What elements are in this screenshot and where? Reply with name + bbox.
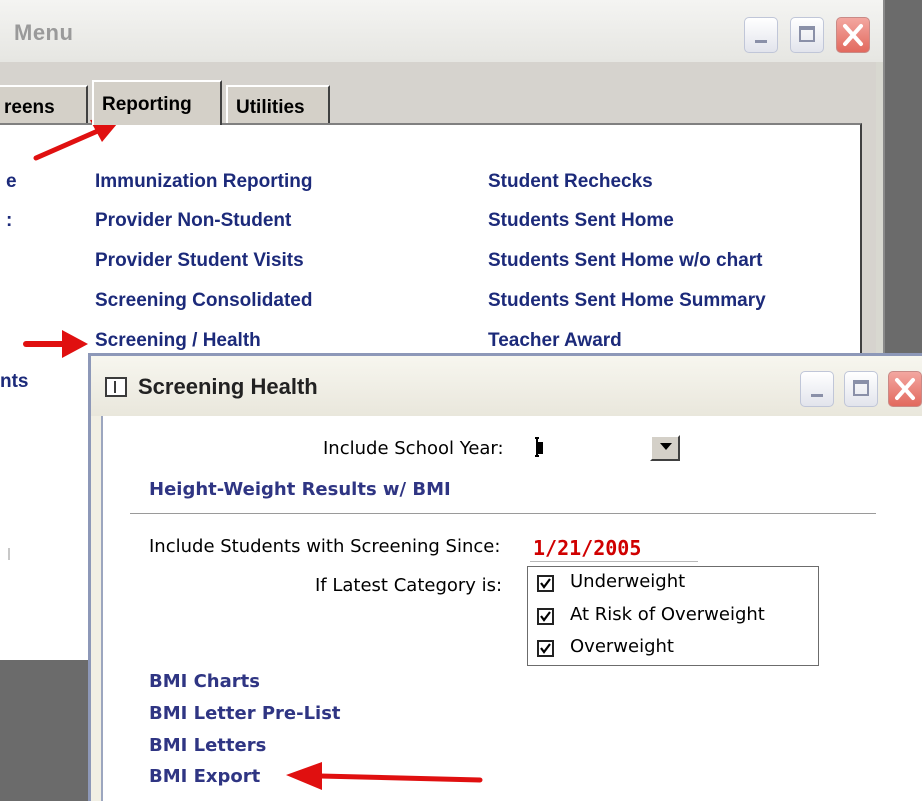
- left-menu-fragment[interactable]: e: [6, 171, 17, 193]
- link-students-sent-home[interactable]: Students Sent Home: [488, 210, 674, 232]
- checkmark-icon: [540, 643, 551, 654]
- tab-utilities[interactable]: Utilities: [226, 85, 330, 123]
- overweight-checkbox[interactable]: [537, 640, 554, 657]
- latest-category-label: If Latest Category is:: [315, 575, 503, 596]
- link-student-rechecks[interactable]: Student Rechecks: [488, 171, 653, 193]
- school-year-label: Include School Year:: [323, 438, 504, 459]
- dialog-title: Screening Health: [138, 374, 318, 399]
- at-risk-checkbox[interactable]: [537, 608, 554, 625]
- underweight-checkbox[interactable]: [537, 575, 554, 592]
- link-screening-consolidated[interactable]: Screening Consolidated: [95, 290, 312, 312]
- date-field-underline: [530, 561, 698, 562]
- dialog-maximize-button[interactable]: [844, 371, 878, 407]
- dialog-close-button[interactable]: [888, 371, 922, 407]
- dialog-minimize-button[interactable]: [800, 371, 834, 407]
- minimize-icon: [811, 394, 823, 397]
- link-bmi-letter-pre-list[interactable]: BMI Letter Pre-List: [149, 703, 341, 724]
- link-bmi-charts[interactable]: BMI Charts: [149, 671, 260, 692]
- minimize-icon: [755, 40, 767, 43]
- link-screening-health[interactable]: Screening / Health: [95, 330, 261, 352]
- link-students-sent-home-wo-chart[interactable]: Students Sent Home w/o chart: [488, 250, 762, 272]
- menu-close-button[interactable]: [836, 17, 870, 53]
- menu-maximize-button[interactable]: [790, 17, 824, 53]
- checkmark-icon: [540, 578, 551, 589]
- close-icon: [895, 378, 915, 400]
- left-menu-fragment[interactable]: nts: [0, 371, 29, 393]
- link-immunization-reporting[interactable]: Immunization Reporting: [95, 171, 312, 193]
- menu-minimize-button[interactable]: [744, 17, 778, 53]
- tab-reporting[interactable]: Reporting: [92, 80, 222, 125]
- link-provider-student-visits[interactable]: Provider Student Visits: [95, 250, 304, 272]
- red-arrow-annotation: [286, 762, 483, 790]
- underweight-label: Underweight: [570, 571, 686, 592]
- link-bmi-export[interactable]: BMI Export: [149, 766, 260, 787]
- checkmark-icon: [540, 611, 551, 622]
- overweight-label: Overweight: [570, 636, 674, 657]
- close-icon: [843, 24, 863, 46]
- maximize-icon: [853, 380, 869, 396]
- cursor-icon: [533, 436, 547, 463]
- link-bmi-letters[interactable]: BMI Letters: [149, 735, 266, 756]
- left-fragment-mark: [8, 548, 10, 560]
- link-height-weight-results[interactable]: Height-Weight Results w/ BMI: [149, 479, 451, 500]
- link-students-sent-home-summary[interactable]: Students Sent Home Summary: [488, 290, 766, 312]
- dropdown-arrow-icon: [660, 443, 672, 450]
- menu-window-title: Menu: [14, 20, 74, 45]
- left-menu-fragment[interactable]: :: [6, 210, 12, 232]
- school-year-dropdown-button[interactable]: [650, 435, 680, 461]
- red-arrow-annotation: [23, 330, 88, 358]
- link-teacher-award[interactable]: Teacher Award: [488, 330, 622, 352]
- divider: [130, 513, 876, 514]
- form-icon: [105, 377, 127, 397]
- at-risk-label: At Risk of Overweight: [570, 604, 765, 625]
- screening-since-label: Include Students with Screening Since:: [149, 536, 501, 557]
- screening-since-field[interactable]: 1/21/2005: [533, 536, 641, 560]
- maximize-icon: [799, 26, 815, 42]
- link-provider-non-student[interactable]: Provider Non-Student: [95, 210, 291, 232]
